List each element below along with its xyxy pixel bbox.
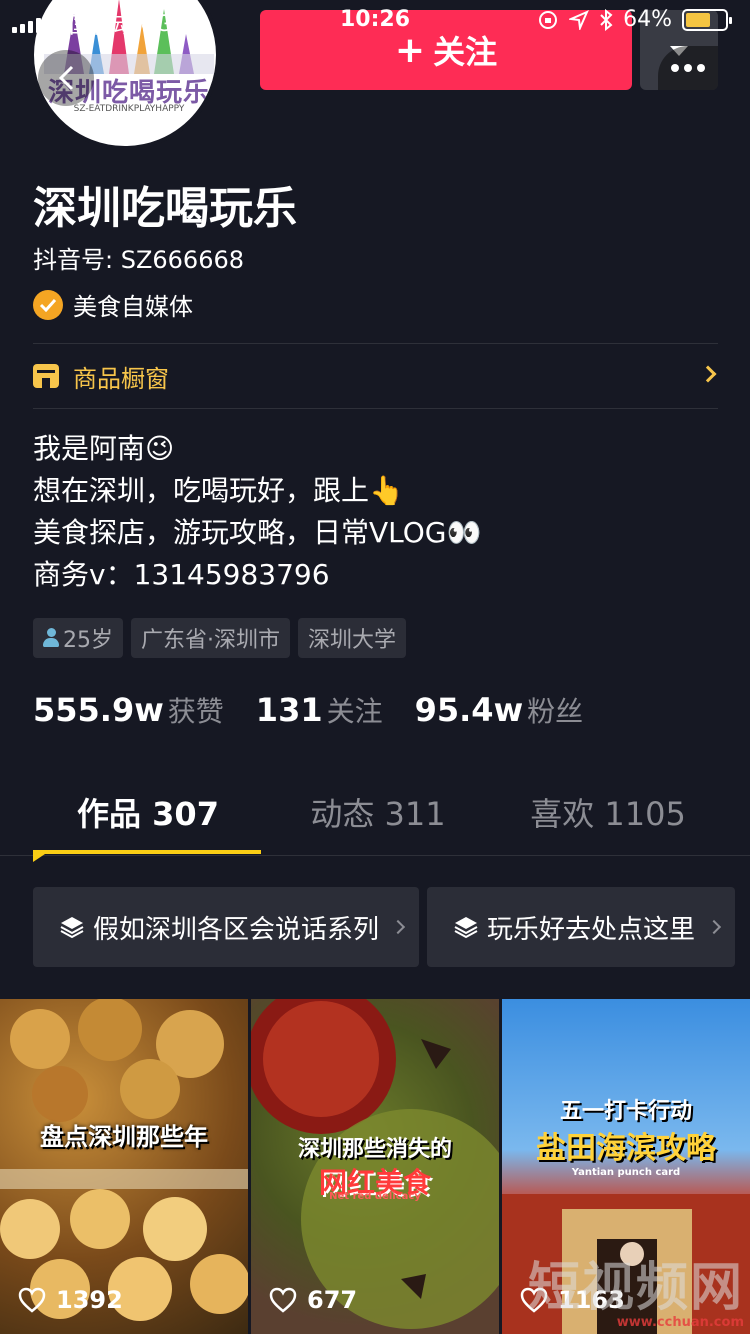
stat-label: 粉丝: [527, 695, 584, 728]
tag-label: 广东省·深圳市: [141, 628, 280, 653]
video-caption-en: Yantian punch card: [571, 1167, 681, 1178]
rotation-lock-icon: [539, 10, 558, 29]
tab-moments[interactable]: 动态 311: [263, 772, 493, 855]
heart-outline-icon: [269, 1287, 297, 1313]
video-caption-en: Net red delicacy: [329, 1191, 421, 1202]
tag-age: 25岁: [33, 618, 123, 658]
bio-line: 美食探店，游玩攻略，日常VLOG👀: [33, 516, 482, 549]
battery-icon: [682, 8, 732, 31]
video-caption: 盘点深圳那些年: [40, 1123, 208, 1151]
person-icon: [43, 628, 59, 648]
status-icons: 64%: [537, 7, 732, 32]
heart-outline-icon: [18, 1287, 46, 1313]
like-number: 677: [307, 1286, 358, 1314]
chevron-left-icon: [58, 65, 74, 91]
tag-location: 广东省·深圳市: [131, 618, 290, 658]
verified-check-icon: [33, 289, 63, 320]
collection-item[interactable]: 玩乐好去处点这里: [427, 887, 736, 967]
battery-level: [686, 12, 710, 27]
stat-followers[interactable]: 95.4w 粉丝: [415, 690, 584, 730]
verification: 美食自媒体: [33, 287, 193, 322]
stat-following[interactable]: 131 关注: [256, 690, 383, 730]
verified-label: 美食自媒体: [73, 293, 193, 321]
layers-icon: [454, 917, 478, 939]
tag-label: 深圳大学: [308, 628, 397, 653]
watermark-text: 短视频网: [527, 1258, 744, 1318]
video-caption: 五一打卡行动: [559, 1099, 692, 1124]
like-count: 1392: [18, 1286, 123, 1314]
status-bar: 中国移动 4G 10:26 64%: [0, 0, 750, 40]
shop-icon: [33, 364, 59, 388]
video-caption-highlight: 盐田海滨攻略: [536, 1131, 716, 1166]
location-icon: [569, 9, 590, 30]
content-tabs: 作品 307 动态 311 喜欢 1105: [0, 772, 750, 856]
shop-window-link[interactable]: 商品橱窗: [33, 344, 718, 408]
stat-number: 95.4w: [414, 691, 524, 729]
collection-item[interactable]: 假如深圳各区会说话系列: [33, 887, 420, 967]
collection-label: 玩乐好去处点这里: [487, 914, 696, 945]
collections-row: 假如深圳各区会说话系列 玩乐好去处点这里: [33, 887, 736, 967]
chevron-right-icon: [699, 365, 717, 383]
video-thumbnail[interactable]: 深圳那些消失的 网红美食 Net red delicacy 677: [251, 999, 499, 1334]
tag-label: 25岁: [63, 628, 113, 653]
bluetooth-icon: [600, 8, 613, 31]
bio: 我是阿南😉 想在深圳，吃喝玩好，跟上👆 美食探店，游玩攻略，日常VLOG👀 商务…: [33, 428, 481, 596]
tag-school: 深圳大学: [298, 618, 407, 658]
active-tab-indicator: [33, 850, 261, 862]
stat-number: 131: [255, 691, 323, 729]
collection-label: 假如深圳各区会说话系列: [93, 914, 380, 945]
profile-stats: 555.9w 获赞 131 关注 95.4w 粉丝: [33, 690, 583, 730]
back-button[interactable]: [38, 50, 94, 106]
ellipsis-icon[interactable]: [658, 46, 718, 90]
like-number: 1392: [56, 1286, 123, 1314]
stat-number: 555.9w: [33, 691, 164, 729]
food-image: [0, 999, 248, 1321]
video-caption: 深圳那些消失的: [297, 1137, 452, 1162]
like-count: 677: [269, 1286, 357, 1314]
stat-likes: 555.9w 获赞: [33, 690, 224, 730]
bio-line: 我是阿南😉: [33, 432, 175, 465]
chevron-right-icon: [390, 919, 406, 935]
profile-tags: 25岁 广东省·深圳市 深圳大学: [33, 618, 407, 658]
watermark-url: www.cchuan.com: [616, 1315, 744, 1330]
video-thumbnail[interactable]: 盘点深圳那些年 1392: [0, 999, 248, 1334]
bio-line: 商务v：13145983796: [33, 558, 330, 591]
chevron-right-icon: [706, 919, 722, 935]
watermark: 短视频网 www.cchuan.com: [528, 1260, 744, 1330]
profile-nickname: 深圳吃喝玩乐: [33, 183, 297, 234]
battery-percent: 64%: [623, 7, 672, 32]
layers-icon: [60, 917, 84, 939]
bio-line: 想在深圳，吃喝玩好，跟上👆: [33, 474, 404, 507]
tab-likes[interactable]: 喜欢 1105: [493, 772, 723, 855]
stat-label: 获赞: [167, 695, 224, 728]
douyin-id: 抖音号: SZ666668: [33, 246, 245, 274]
divider: [33, 408, 718, 409]
stat-label: 关注: [326, 695, 383, 728]
shop-label: 商品橱窗: [73, 364, 169, 393]
tab-works[interactable]: 作品 307: [33, 772, 263, 855]
